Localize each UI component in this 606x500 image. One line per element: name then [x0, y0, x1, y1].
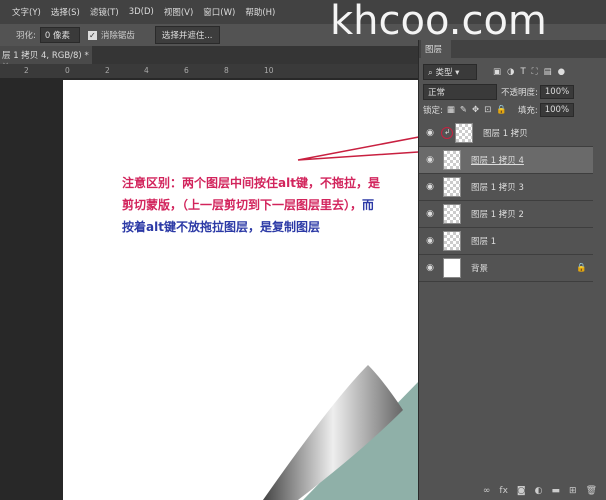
trash-icon[interactable]: 🗑 — [586, 486, 597, 496]
fill-label: 填充: — [517, 106, 538, 116]
menu-item[interactable]: 窗口(W) — [203, 6, 235, 18]
layer-name: 图层 1 拷贝 4 — [471, 156, 524, 166]
lock-icon: 🔒 — [576, 263, 587, 273]
layer-row[interactable]: ◉ 背景 🔒 — [419, 255, 593, 282]
layer-thumbnail — [443, 177, 461, 197]
layer-row[interactable]: ◉ 图层 1 拷贝 3 — [419, 174, 593, 201]
blend-mode-value: 正常 — [428, 88, 446, 98]
ruler-tick: 10 — [264, 66, 274, 75]
fill-input[interactable]: 100% — [539, 103, 575, 117]
mask-icon[interactable]: ◙ — [517, 486, 526, 496]
new-layer-icon[interactable]: ⊞ — [569, 486, 577, 496]
eye-icon[interactable]: ◉ — [419, 263, 441, 273]
layer-row[interactable]: ◉ 图层 1 — [419, 228, 593, 255]
document-tab[interactable]: 层 1 拷贝 4, RGB/8) * × — [0, 46, 92, 71]
opacity-input[interactable]: 100% — [539, 85, 575, 99]
filter-type-select[interactable]: ⌕ 类型 ▾ — [423, 64, 477, 80]
adjustment-icon[interactable]: ◐ — [535, 486, 543, 496]
filter-icons[interactable]: ▣◑T⛶▤● — [493, 67, 571, 77]
menu-item[interactable]: 3D(D) — [129, 7, 154, 17]
ruler-tick: 2 — [24, 66, 29, 75]
ruler-tick: 8 — [224, 66, 229, 75]
select-and-mask-button[interactable]: 选择并遮住... — [154, 26, 220, 44]
eye-icon[interactable]: ◉ — [419, 182, 441, 192]
layer-name: 图层 1 拷贝 3 — [471, 183, 524, 193]
menu-item[interactable]: 视图(V) — [164, 6, 193, 18]
menu-item[interactable]: 选择(S) — [51, 6, 80, 18]
panel-footer: ∞ fx ◙ ◐ ▬ ⊞ 🗑 — [419, 482, 606, 500]
filter-type-value: 类型 — [435, 68, 453, 78]
watermark: khcoo.com — [330, 0, 547, 44]
layer-thumbnail — [443, 150, 461, 170]
layer-thumbnail — [443, 258, 461, 278]
ruler-tick: 2 — [105, 66, 110, 75]
antialias-checkbox[interactable]: ✓ — [87, 30, 97, 40]
ruler-tick: 4 — [144, 66, 149, 75]
eye-icon[interactable]: ◉ — [419, 209, 441, 219]
menu-item[interactable]: 帮助(H) — [245, 6, 275, 18]
layer-row[interactable]: ◉ 图层 1 拷贝 2 — [419, 201, 593, 228]
link-icon[interactable]: ∞ — [483, 486, 491, 496]
clip-icon: ↲ — [441, 127, 453, 139]
menu-item[interactable]: 文字(Y) — [12, 6, 41, 18]
layers-panel: 图层 ⌕ 类型 ▾ ▣◑T⛶▤● 正常 不透明度: 100% 锁定: ▦✎✥⊡🔒 填充: 1… — [418, 40, 606, 500]
layer-name: 图层 1 拷贝 2 — [471, 210, 524, 220]
fx-icon[interactable]: fx — [499, 486, 508, 496]
horizontal-ruler: 2 0 2 4 6 8 10 — [0, 64, 418, 78]
page-curl — [263, 365, 420, 500]
layer-row[interactable]: ◉ 图层 1 拷贝 4 — [419, 147, 593, 174]
menu-item[interactable]: 滤镜(T) — [90, 6, 119, 18]
lock-label: 锁定: — [423, 106, 443, 116]
ruler-tick: 6 — [184, 66, 189, 75]
blend-mode-select[interactable]: 正常 — [423, 84, 497, 100]
lock-icons[interactable]: ▦✎✥⊡🔒 — [447, 105, 512, 115]
eye-icon[interactable]: ◉ — [419, 236, 441, 246]
ruler-tick: 0 — [65, 66, 70, 75]
layer-thumbnail — [443, 204, 461, 224]
antialias-label: 消除锯齿 — [100, 31, 135, 41]
layer-thumbnail — [455, 123, 473, 143]
layer-name: 图层 1 拷贝 — [483, 129, 528, 139]
feather-label: 羽化: — [16, 31, 36, 41]
document-canvas[interactable]: 注意区别：两个图层中间按住alt键，不拖拉，是剪切蒙版，（上一层剪切到下一层图层… — [63, 80, 420, 500]
layer-row[interactable]: ◉ ↲ 图层 1 拷贝 — [419, 120, 593, 147]
eye-icon[interactable]: ◉ — [419, 128, 441, 138]
folder-icon[interactable]: ▬ — [552, 486, 561, 496]
document-tab-bar: 层 1 拷贝 4, RGB/8) * × — [0, 46, 418, 71]
feather-input[interactable]: 0 像素 — [39, 27, 80, 43]
document-tab-title: 层 1 拷贝 4, RGB/8) * — [2, 51, 89, 61]
opacity-label: 不透明度: — [501, 88, 538, 98]
layer-name: 图层 1 — [471, 237, 497, 247]
layer-thumbnail — [443, 231, 461, 251]
eye-icon[interactable]: ◉ — [419, 155, 441, 165]
layer-name: 背景 — [471, 264, 489, 274]
